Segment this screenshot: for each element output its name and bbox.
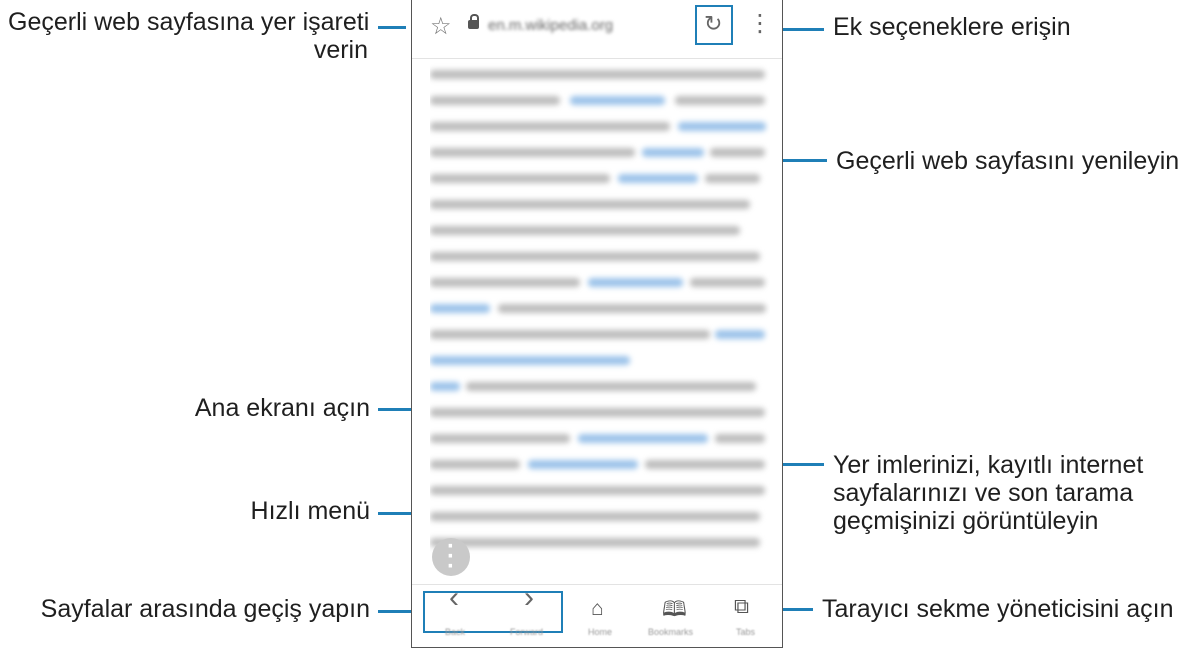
refresh-icon[interactable]: ↻ xyxy=(704,11,722,37)
callout-more-options: Ek seçeneklere erişin xyxy=(833,13,1071,41)
bookmarks-label: Bookmarks xyxy=(648,627,694,637)
page-content xyxy=(430,62,770,562)
browser-window: ☆ en.m.wikipedia.org ↻ ⋮ · · · ‹ › Back … xyxy=(411,0,783,648)
quick-menu-button[interactable]: · · · xyxy=(432,533,470,580)
bookmarks-icon[interactable]: 🕮 xyxy=(662,595,687,630)
star-icon[interactable]: ☆ xyxy=(430,12,452,41)
refresh-highlight: ↻ xyxy=(695,5,733,45)
tabs-label: Tabs xyxy=(736,627,756,637)
quick-menu-icon: · · · xyxy=(447,533,455,580)
more-options-icon[interactable]: ⋮ xyxy=(748,12,772,36)
callout-tab-manager: Tarayıcı sekme yöneticisini açın xyxy=(822,595,1174,623)
back-chevron-icon[interactable]: ‹ xyxy=(449,581,459,615)
back-label: Back xyxy=(445,627,466,637)
callout-navigate: Sayfalar arasında geçiş yapın xyxy=(40,595,370,623)
home-label: Home xyxy=(588,627,613,637)
forward-chevron-icon[interactable]: › xyxy=(524,581,534,615)
callout-refresh: Geçerli web sayfasını yenileyin xyxy=(836,147,1180,175)
forward-label: Forward xyxy=(510,627,544,637)
callout-bookmarks-line2: sayfalarınızı ve son tarama xyxy=(833,479,1134,507)
leader-bookmark xyxy=(378,26,406,29)
callout-bookmarks-line1: Yer imlerinizi, kayıtlı internet xyxy=(833,451,1144,479)
leader-more-options xyxy=(782,28,824,31)
callout-quick-menu: Hızlı menü xyxy=(250,497,370,525)
url-text[interactable]: en.m.wikipedia.org xyxy=(488,17,613,34)
tabs-icon[interactable]: ⧉ xyxy=(734,595,749,619)
callout-home: Ana ekranı açın xyxy=(194,394,370,422)
address-bar[interactable]: ☆ en.m.wikipedia.org ↻ ⋮ xyxy=(412,0,782,59)
lock-icon xyxy=(468,14,479,29)
callout-bookmark-line1: Geçerli web sayfasına yer işareti xyxy=(8,8,370,36)
home-icon[interactable]: ⌂ xyxy=(591,597,604,621)
callout-bookmarks: Yer imlerinizi, kayıtlı internet sayfala… xyxy=(833,451,1143,535)
callout-bookmark: Geçerli web sayfasına yer işareti verin xyxy=(8,8,370,64)
bottom-toolbar: ‹ › Back Forward ⌂ Home 🕮 Bookmarks ⧉ Ta… xyxy=(412,581,782,647)
callout-bookmark-line2: verin xyxy=(313,36,368,64)
callout-bookmarks-line3: geçmişinizi görüntüleyin xyxy=(833,507,1099,535)
